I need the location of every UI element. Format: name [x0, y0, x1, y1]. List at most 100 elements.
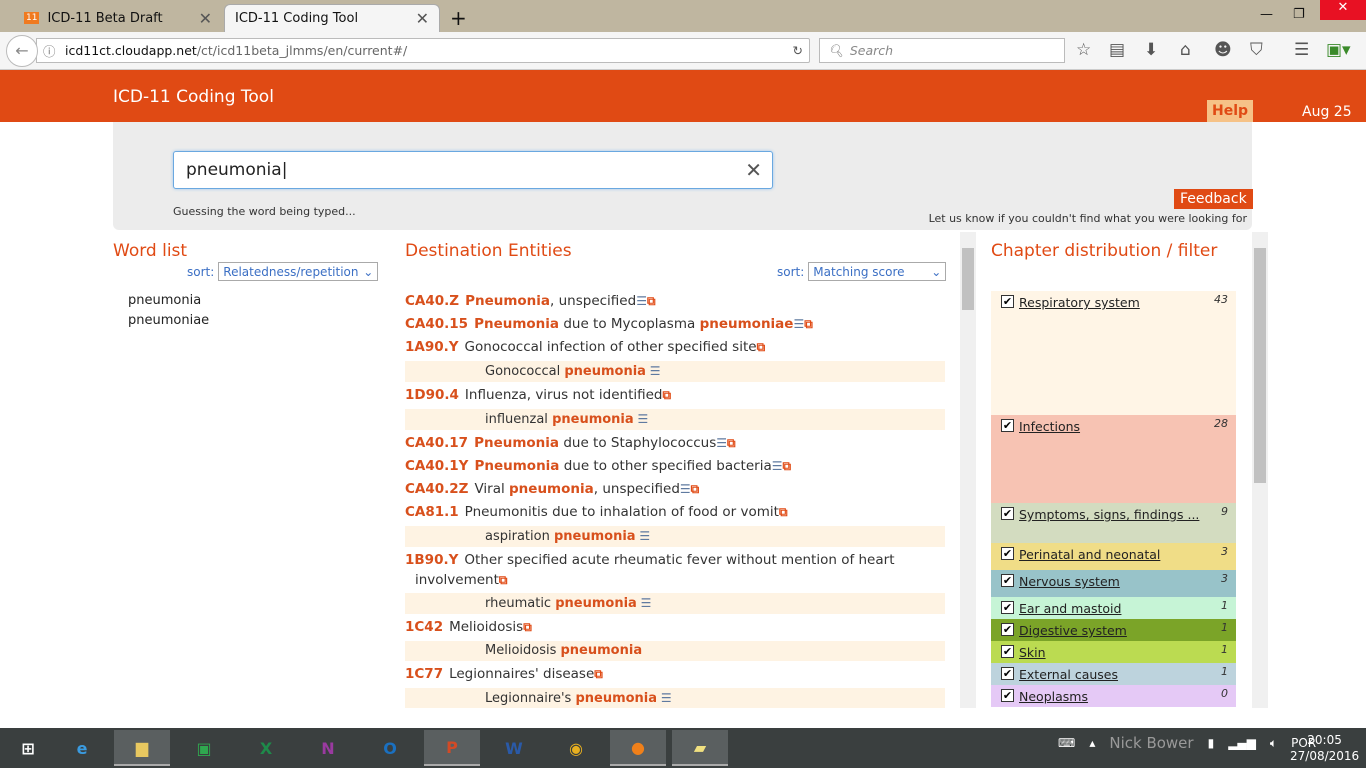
window-close-button[interactable]: ✕ — [1320, 0, 1366, 20]
chapter-filter-item[interactable]: ✔ Ear and mastoid 1 — [991, 597, 1236, 619]
chapter-label[interactable]: External causes — [1019, 667, 1118, 682]
chapter-filter-item[interactable]: ✔ Infections 28 — [991, 415, 1236, 503]
chapter-label[interactable]: Neoplasms — [1019, 689, 1088, 704]
chapter-filter-item[interactable]: ✔ Neoplasms 0 — [991, 685, 1236, 707]
checkbox[interactable]: ✔ — [1001, 623, 1014, 636]
chapter-filter-item[interactable]: ✔ Perinatal and neonatal 3 — [991, 543, 1236, 570]
chapter-filter-item[interactable]: ✔ Skin 1 — [991, 641, 1236, 663]
hierarchy-list-icon[interactable]: ☰ — [680, 482, 691, 496]
back-button[interactable]: ← — [6, 35, 38, 67]
pocket-icon[interactable]: ⛉ — [1250, 40, 1263, 60]
hierarchy-list-icon[interactable]: ☰ — [716, 436, 727, 450]
checkbox[interactable]: ✔ — [1001, 419, 1014, 432]
ie-icon[interactable]: e — [54, 730, 110, 766]
index-term-row[interactable]: Melioidosis pneumonia — [405, 641, 945, 661]
bookmark-star-icon[interactable]: ☆ — [1076, 40, 1091, 60]
external-link-icon[interactable]: ⧉ — [594, 667, 603, 681]
scroll-thumb[interactable] — [962, 248, 974, 310]
external-link-icon[interactable]: ⧉ — [523, 620, 532, 634]
entity-code[interactable]: 1B90.Y — [405, 552, 458, 568]
index-term-row[interactable]: influenzal pneumonia ☰ — [405, 409, 945, 430]
search-input[interactable]: pneumonia| ✕ — [173, 151, 773, 189]
external-link-icon[interactable]: ⧉ — [804, 317, 813, 331]
chapter-label[interactable]: Symptoms, signs, findings ... — [1019, 507, 1199, 522]
chapter-label[interactable]: Nervous system — [1019, 574, 1120, 589]
tab-icd11-beta-draft[interactable]: 11 ICD-11 Beta Draft ✕ — [14, 4, 222, 32]
chapter-label[interactable]: Ear and mastoid — [1019, 601, 1121, 616]
extension-icon[interactable]: ▣▾ — [1326, 40, 1351, 60]
feedback-button[interactable]: Feedback — [1174, 189, 1253, 209]
entity-row[interactable]: CA40.2Z Viral pneumonia, unspecified☰⧉ — [405, 478, 945, 501]
checkbox[interactable]: ✔ — [1001, 574, 1014, 587]
checkbox[interactable]: ✔ — [1001, 667, 1014, 680]
chapter-label[interactable]: Skin — [1019, 645, 1046, 660]
external-link-icon[interactable]: ⧉ — [757, 340, 766, 354]
restore-icon[interactable]: ❐ — [1293, 7, 1305, 22]
chapter-scrollbar[interactable] — [1252, 232, 1268, 708]
external-link-icon[interactable]: ⧉ — [779, 505, 788, 519]
new-tab-button[interactable]: + — [440, 4, 477, 32]
chapter-label[interactable]: Digestive system — [1019, 623, 1127, 638]
hierarchy-list-icon[interactable]: ☰ — [634, 412, 648, 426]
hierarchy-list-icon[interactable]: ☰ — [772, 459, 783, 473]
index-term-row[interactable]: Gonococcal pneumonia ☰ — [405, 361, 945, 382]
chapter-filter-item[interactable]: ✔ Digestive system 1 — [991, 619, 1236, 641]
hierarchy-list-icon[interactable]: ☰ — [637, 596, 652, 610]
checkbox[interactable]: ✔ — [1001, 689, 1014, 702]
chapter-filter-item[interactable]: ✔ Nervous system 3 — [991, 570, 1236, 597]
word-item[interactable]: pneumoniae — [128, 313, 209, 328]
home-icon[interactable]: ⌂ — [1180, 40, 1191, 60]
onenote-icon[interactable]: N — [300, 730, 356, 766]
chapter-label[interactable]: Perinatal and neonatal — [1019, 547, 1160, 562]
hierarchy-list-icon[interactable]: ☰ — [657, 691, 672, 705]
url-bar[interactable]: ⓘ icd11ct.cloudapp.net/ct/icd11beta_jlmms… — [36, 38, 810, 63]
index-term-row[interactable]: aspiration pneumonia ☰ — [405, 526, 945, 547]
entity-code[interactable]: 1A90.Y — [405, 339, 459, 355]
entity-code[interactable]: CA40.Z — [405, 293, 459, 309]
entity-code[interactable]: CA40.15 — [405, 316, 468, 332]
entity-code[interactable]: 1D90.4 — [405, 387, 459, 403]
word-item[interactable]: pneumonia — [128, 293, 201, 308]
entity-row[interactable]: 1C42 Melioidosis⧉ — [405, 616, 945, 639]
help-button[interactable]: Help — [1207, 100, 1254, 122]
chapter-label[interactable]: Respiratory system — [1019, 295, 1140, 310]
destination-scrollbar[interactable] — [960, 232, 976, 708]
reload-icon[interactable]: ↻ — [793, 43, 803, 58]
info-icon[interactable]: ⓘ — [43, 41, 56, 60]
chapter-label[interactable]: Infections — [1019, 419, 1080, 434]
firefox-icon[interactable]: ● — [610, 730, 666, 766]
signal-icon[interactable]: ▂▄▆ — [1228, 736, 1256, 750]
hierarchy-list-icon[interactable]: ☰ — [636, 294, 647, 308]
excel-icon[interactable]: X — [238, 730, 294, 766]
entity-code[interactable]: CA40.1Y — [405, 458, 468, 474]
index-term-row[interactable]: rheumatic pneumonia ☰ — [405, 593, 945, 614]
start-button[interactable]: ⊞ — [0, 730, 56, 766]
entity-row[interactable]: 1A90.Y Gonococcal infection of other spec… — [405, 336, 945, 359]
entity-code[interactable]: 1C42 — [405, 619, 443, 635]
chapter-filter-item[interactable]: ✔ External causes 1 — [991, 663, 1236, 685]
word-icon[interactable]: W — [486, 730, 542, 766]
minimize-icon[interactable]: — — [1260, 7, 1273, 22]
menu-icon[interactable]: ☰ — [1294, 40, 1309, 60]
entity-code[interactable]: CA40.17 — [405, 435, 468, 451]
store-icon[interactable]: ▣ — [176, 730, 232, 766]
smiley-icon[interactable]: ☻ — [1214, 40, 1232, 60]
hierarchy-list-icon[interactable]: ☰ — [636, 529, 650, 543]
battery-icon[interactable]: ▮ — [1208, 736, 1215, 750]
entity-row[interactable]: CA40.1Y Pneumonia due to other specified … — [405, 455, 945, 478]
checkbox[interactable]: ✔ — [1001, 295, 1014, 308]
entity-row[interactable]: CA40.17 Pneumonia due to Staphylococcus☰⧉ — [405, 432, 945, 455]
file-explorer-icon[interactable]: ▆ — [114, 730, 170, 766]
entity-row[interactable]: 1C77 Legionnaires' disease⧉ — [405, 663, 945, 686]
external-link-icon[interactable]: ⧉ — [499, 573, 508, 587]
close-tab-icon[interactable]: ✕ — [416, 9, 429, 28]
reading-list-icon[interactable]: ▤ — [1109, 40, 1125, 60]
chapter-filter-item[interactable]: ✔ Respiratory system 43 — [991, 291, 1236, 415]
download-icon[interactable]: ⬇ — [1144, 40, 1158, 60]
browser-search-input[interactable]: 🔍︎ Search — [819, 38, 1065, 63]
entity-code[interactable]: 1C77 — [405, 666, 443, 682]
keyboard-icon[interactable]: ⌨ — [1058, 736, 1075, 750]
entity-row[interactable]: CA40.15 Pneumonia due to Mycoplasma pneum… — [405, 313, 945, 336]
entity-code[interactable]: CA81.1 — [405, 504, 459, 520]
external-link-icon[interactable]: ⧉ — [727, 436, 736, 450]
